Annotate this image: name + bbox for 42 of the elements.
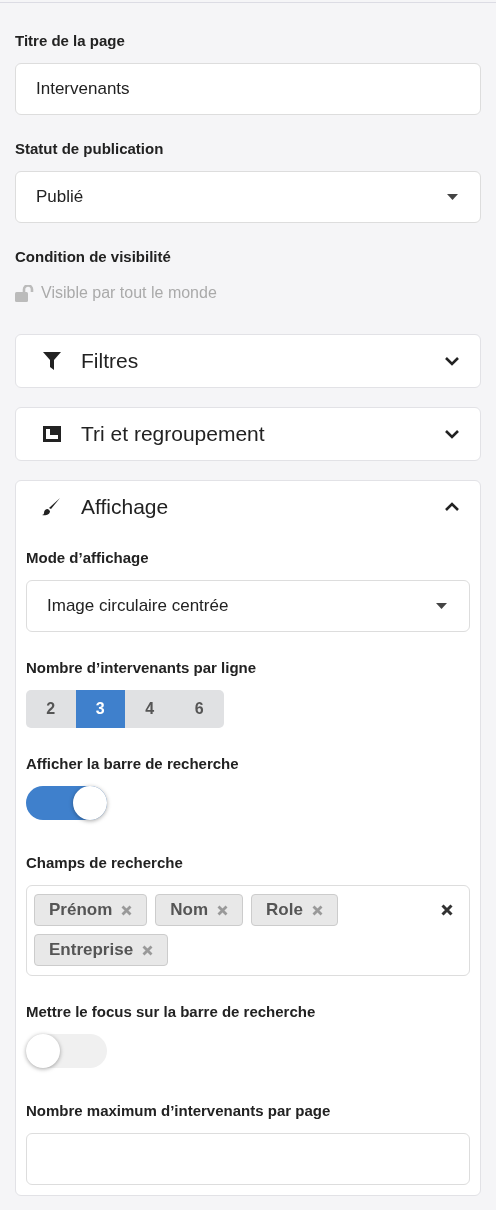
field-label: Nombre maximum d’intervenants par page <box>26 1101 332 1121</box>
caret-icon <box>436 603 447 609</box>
page-title-field[interactable]: Intervenants <box>15 63 481 115</box>
toggle-switch[interactable] <box>26 786 107 820</box>
max-count-field[interactable] <box>26 1133 470 1185</box>
field-label: Statut de publication <box>15 139 165 159</box>
chevron-down-icon <box>444 429 460 439</box>
tags-field[interactable]: Prénom Nom Role Entreprise <box>26 885 470 976</box>
segment-button[interactable]: 3 <box>75 690 125 728</box>
tag-chip: Prénom <box>34 894 148 926</box>
toggle-switch[interactable] <box>26 1034 107 1068</box>
display-mode-select[interactable]: Image circulaire centrée <box>26 580 470 632</box>
tag-chip: Entreprise <box>34 934 169 966</box>
segment-button[interactable]: 2 <box>26 690 76 728</box>
tag-chip: Role <box>251 894 338 926</box>
clear-icon[interactable] <box>441 904 453 916</box>
panel-header[interactable]: Affichage <box>16 481 480 533</box>
field-label: Mode d’affichage <box>26 548 150 568</box>
chevron-up-icon <box>444 502 460 512</box>
field-label: Titre de la page <box>15 31 126 51</box>
panel-header[interactable]: Filtres <box>16 335 480 387</box>
field-label: Afficher la barre de recherche <box>26 754 240 774</box>
remove-icon[interactable] <box>311 904 323 916</box>
unlock-icon <box>15 284 35 302</box>
brush-icon <box>42 497 62 517</box>
remove-icon[interactable] <box>217 904 229 916</box>
frame-icon <box>42 424 62 444</box>
field-label: Condition de visibilité <box>15 247 172 267</box>
panel-header[interactable]: Tri et regroupement <box>16 408 480 460</box>
remove-icon[interactable] <box>121 904 133 916</box>
visibility-text: Visible par tout le monde <box>41 284 217 302</box>
segment-button[interactable]: 6 <box>174 690 224 728</box>
filter-icon <box>42 351 62 371</box>
tag-chip: Nom <box>155 894 244 926</box>
field-label: Nombre d’intervenants par ligne <box>26 658 258 678</box>
status-select[interactable]: Publié <box>15 171 481 223</box>
field-label: Mettre le focus sur la barre de recherche <box>26 1002 317 1022</box>
field-label: Champs de recherche <box>26 853 184 873</box>
remove-icon[interactable] <box>142 944 154 956</box>
chevron-down-icon <box>444 356 460 366</box>
segment-button[interactable]: 4 <box>125 690 175 728</box>
caret-icon <box>447 194 458 200</box>
